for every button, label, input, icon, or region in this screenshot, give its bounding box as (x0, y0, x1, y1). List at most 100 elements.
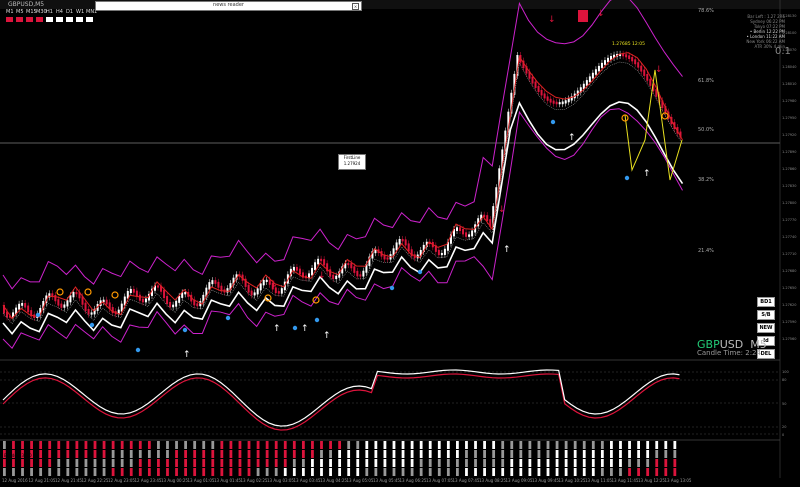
candle-body (280, 288, 283, 294)
heatmap-cell (410, 450, 414, 458)
heatmap-cell (320, 459, 323, 467)
heatmap-cell (220, 459, 224, 467)
buy-dot (225, 315, 231, 321)
heatmap-cell (84, 450, 88, 458)
heatmap-cell (3, 459, 6, 467)
heatmap-cell (655, 441, 659, 449)
time-tick: 13 Aug 11:05 (585, 478, 612, 483)
heatmap-cell (619, 450, 622, 458)
heatmap-cell (338, 459, 342, 467)
heatmap-cell (365, 441, 369, 449)
upper-band (2, 0, 683, 290)
heatmap-cell (664, 450, 668, 458)
heatmap-cell (465, 459, 468, 467)
candle-body (265, 279, 268, 282)
heatmap-cell (301, 459, 305, 467)
heatmap-cell (211, 450, 215, 458)
heatmap-cell (311, 441, 314, 449)
candle-body (63, 304, 66, 308)
heatmap-cell (474, 468, 477, 476)
candle-body (401, 238, 404, 242)
heatmap-cell (265, 459, 269, 467)
button-sb[interactable]: S/B (757, 310, 775, 320)
candle-body (600, 62, 603, 68)
heatmap-cell (437, 450, 441, 458)
candle-body (84, 302, 87, 312)
heatmap-cell (410, 459, 414, 467)
firstline-value: 1.27924 (343, 161, 361, 166)
candle-body (175, 300, 178, 307)
candle-body (226, 288, 229, 293)
time-tick: 13 Aug 05:45 (373, 478, 400, 483)
heatmap-cell (347, 468, 351, 476)
heatmap-cell (247, 441, 251, 449)
heatmap-cell (184, 468, 187, 476)
oscillator-tick: 20 (782, 425, 787, 429)
heatmap-cell (600, 468, 604, 476)
buy-dot (35, 312, 41, 318)
heatmap-cell (75, 441, 79, 449)
heatmap-cell (12, 441, 15, 449)
sell-arrow-icon: ↓ (655, 65, 663, 75)
price-chart[interactable]: 78.6% 61.8% 50.0% 38.2% 21.4% 1.27685 12:05 ↓ ↓… (0, 0, 800, 487)
heatmap-cell (673, 459, 677, 467)
heatmap-cell (157, 468, 160, 476)
heatmap-cell (582, 450, 586, 458)
oscillator-main (2, 369, 680, 427)
heatmap-cell (501, 468, 505, 476)
heatmap-cell (39, 441, 43, 449)
heatmap-cell (338, 450, 342, 458)
heatmap-cell (238, 450, 242, 458)
heatmap-cell (320, 450, 323, 458)
heatmap-cell (39, 450, 43, 458)
heatmap-cell (247, 468, 251, 476)
buy-dot (417, 269, 423, 275)
candle-body (552, 100, 555, 104)
heatmap-cell (582, 441, 586, 449)
heatmap-cell (265, 441, 269, 449)
heatmap-cell (120, 441, 124, 449)
heatmap-cell (428, 468, 432, 476)
button-new[interactable]: NEW (757, 323, 775, 333)
heatmap-cell (347, 459, 351, 467)
heatmap-cell (247, 459, 251, 467)
heatmap-cell (75, 468, 79, 476)
heatmap-cell (329, 450, 332, 458)
candle-body (166, 296, 169, 305)
time-tick: 12 Aug 23:45 (134, 478, 162, 483)
candle-body (362, 270, 365, 277)
candle-body (564, 100, 567, 104)
heatmap-cell (311, 468, 314, 476)
heatmap-cell (283, 468, 287, 476)
candle-body (543, 93, 546, 99)
heatmap-cell (383, 468, 387, 476)
heatmap-cell (102, 441, 106, 449)
heatmap-cell (483, 441, 486, 449)
candle-body (54, 295, 57, 302)
candle-body (21, 302, 24, 306)
candle-body (549, 98, 552, 103)
heatmap-cell (347, 450, 351, 458)
heatmap-cell (365, 450, 369, 458)
button-bd1[interactable]: BD1 (757, 297, 775, 307)
candle-body (649, 78, 652, 86)
time-tick: 13 Aug 01:05 (187, 478, 215, 483)
buy-arrow-icon: ↑ (323, 331, 331, 341)
heatmap-cell (437, 459, 441, 467)
candle-body (317, 258, 320, 265)
candle-body (66, 300, 69, 307)
price-tick: 1.28010 (782, 82, 797, 86)
heatmap-cell (111, 468, 115, 476)
heatmap-cell (591, 450, 595, 458)
heatmap-cell (30, 441, 33, 449)
heatmap-cell (401, 459, 405, 467)
price-tick: 1.27710 (782, 252, 797, 256)
buy-arrow-icon: ↑ (301, 324, 309, 334)
heatmap-cell (57, 441, 61, 449)
heatmap-cell (256, 459, 260, 467)
candle-body (72, 291, 75, 298)
heatmap-cell (138, 468, 142, 476)
candle-body (18, 303, 21, 310)
buy-dot (292, 325, 298, 331)
heatmap-cell (211, 468, 215, 476)
